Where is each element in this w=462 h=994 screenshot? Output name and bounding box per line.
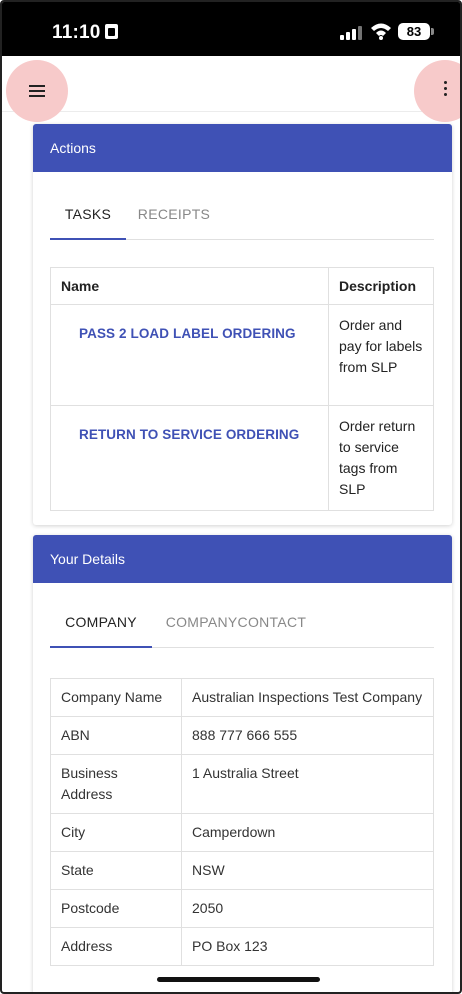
table-header-row: Name Description xyxy=(50,267,434,305)
table-row: City Camperdown xyxy=(50,813,434,852)
detail-value: 1 Australia Street xyxy=(181,754,434,814)
column-header-description: Description xyxy=(328,267,434,305)
hamburger-menu-icon xyxy=(29,85,45,97)
detail-value: NSW xyxy=(181,851,434,890)
tab-companycontact[interactable]: COMPANYCONTACT xyxy=(152,598,320,648)
tab-tasks[interactable]: TASKS xyxy=(50,190,126,240)
actions-card-title: Actions xyxy=(33,124,452,172)
detail-label: Company Name xyxy=(50,678,182,717)
more-vertical-icon xyxy=(444,81,448,97)
table-row: ABN 888 777 666 555 xyxy=(50,716,434,755)
actions-tabs: TASKS RECEIPTS xyxy=(50,190,434,240)
detail-label: Address xyxy=(50,927,182,966)
task-description: Order and pay for labels from SLP xyxy=(328,304,434,406)
detail-label: ABN xyxy=(50,716,182,755)
detail-label: Postcode xyxy=(50,889,182,928)
tab-receipts[interactable]: RECEIPTS xyxy=(126,190,222,240)
tab-tasks-indicator xyxy=(50,238,126,240)
status-time: 11:10 xyxy=(52,22,101,43)
sim-card-icon xyxy=(104,24,118,39)
tab-company[interactable]: COMPANY xyxy=(50,598,152,648)
detail-value: PO Box 123 xyxy=(181,927,434,966)
detail-label: City xyxy=(50,813,182,852)
detail-label: Business Address xyxy=(50,754,182,814)
task-link-pass-2-load-label[interactable]: PASS 2 LOAD LABEL ORDERING xyxy=(61,323,318,344)
app-bar xyxy=(2,56,460,112)
table-row: RETURN TO SERVICE ORDERING Order return … xyxy=(50,405,434,511)
column-header-name: Name xyxy=(50,267,329,305)
task-description: Order return to service tags from SLP xyxy=(328,405,434,511)
table-row: State NSW xyxy=(50,851,434,890)
battery-level: 83 xyxy=(406,24,422,39)
tasks-table: Name Description PASS 2 LOAD LABEL ORDER… xyxy=(50,267,434,511)
detail-value: 2050 xyxy=(181,889,434,928)
task-name-cell: RETURN TO SERVICE ORDERING xyxy=(50,405,329,511)
wifi-icon xyxy=(371,23,391,40)
detail-value: Australian Inspections Test Company xyxy=(181,678,434,717)
table-row: Company Name Australian Inspections Test… xyxy=(50,678,434,717)
details-card: Your Details COMPANY COMPANYCONTACT Comp… xyxy=(33,535,452,992)
more-options-button[interactable] xyxy=(414,60,460,122)
actions-card: Actions TASKS RECEIPTS Name Description … xyxy=(33,124,452,525)
task-link-return-to-service[interactable]: RETURN TO SERVICE ORDERING xyxy=(61,424,318,445)
detail-value: 888 777 666 555 xyxy=(181,716,434,755)
tab-company-indicator xyxy=(50,646,152,648)
task-name-cell: PASS 2 LOAD LABEL ORDERING xyxy=(50,304,329,406)
signal-icon xyxy=(340,26,362,40)
details-tabs: COMPANY COMPANYCONTACT xyxy=(50,598,434,648)
status-bar: 11:10 83 xyxy=(2,2,460,56)
details-card-title: Your Details xyxy=(33,535,452,583)
company-details-table: Company Name Australian Inspections Test… xyxy=(50,678,434,966)
menu-button[interactable] xyxy=(6,60,68,122)
home-indicator[interactable] xyxy=(157,977,320,982)
table-row: PASS 2 LOAD LABEL ORDERING Order and pay… xyxy=(50,304,434,406)
app-frame: 11:10 83 Actions TASKS RECEIPTS Name Des… xyxy=(0,0,462,994)
table-row: Address PO Box 123 xyxy=(50,927,434,966)
status-time-group: 11:10 xyxy=(52,22,118,44)
detail-label: State xyxy=(50,851,182,890)
table-row: Postcode 2050 xyxy=(50,889,434,928)
detail-value: Camperdown xyxy=(181,813,434,852)
battery-icon: 83 xyxy=(398,23,434,40)
table-row: Business Address 1 Australia Street xyxy=(50,754,434,814)
